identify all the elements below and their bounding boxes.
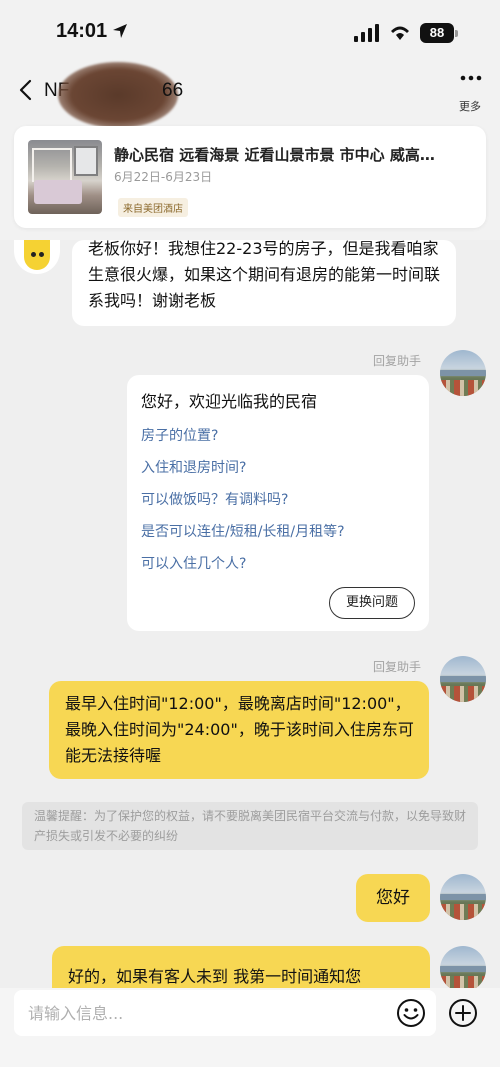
guest-message-text: 老板你好！我想住22-23号的房子，但是我看咱家生意很火爆，如果这个期间有退房的… — [88, 240, 441, 310]
host-message-text: 好的，如果有客人未到 我第一时间通知您 — [68, 967, 362, 986]
ellipsis-icon[interactable] — [460, 74, 482, 82]
plus-circle-icon[interactable] — [448, 998, 478, 1028]
message-input[interactable] — [14, 990, 436, 1036]
thumb-bed — [34, 180, 82, 204]
location-arrow-icon — [113, 24, 127, 38]
order-source-badge: 来自美团酒店 — [118, 198, 188, 217]
host-avatar — [440, 874, 486, 920]
thumb-canopy — [32, 148, 72, 182]
safety-notice: 温馨提醒：为了保护您的权益，请不要脱离美团民宿平台交流与付款，以免导致财产损失或… — [22, 802, 478, 850]
reply-assistant-tag: 回复助手 — [373, 354, 422, 368]
wifi-icon — [391, 26, 409, 40]
order-date: 6月22日-6月23日 — [114, 170, 213, 184]
top-area: 14:01 88 NF 66 更多 静心民宿 远看海景 近看山景市景 市中心 威… — [0, 0, 500, 240]
contact-name-suffix: 66 — [162, 80, 184, 101]
faq-question-location[interactable]: 房子的位置? — [141, 423, 218, 449]
faq-greeting: 您好，欢迎光临我的民宿 — [141, 392, 318, 411]
battery-tip — [455, 30, 458, 37]
guest-message: 老板你好！我想住22-23号的房子，但是我看咱家生意很火爆，如果这个期间有退房的… — [72, 240, 456, 326]
thumb-window — [74, 146, 98, 176]
room-thumbnail — [28, 140, 102, 214]
host-message: 好的，如果有客人未到 我第一时间通知您 — [52, 946, 430, 988]
mascot-eye — [39, 252, 44, 257]
faq-question-rental[interactable]: 是否可以连住/短租/长租/月租等? — [141, 519, 345, 545]
host-avatar — [440, 656, 486, 702]
order-title: 静心民宿 远看海景 近看山景市景 市中心 威高… — [114, 146, 435, 164]
chevron-left-icon[interactable] — [14, 78, 38, 102]
input-bar — [0, 988, 500, 1067]
guest-avatar — [14, 240, 60, 274]
change-questions-button[interactable]: 更换问题 — [329, 587, 415, 619]
reply-assistant-tag: 回复助手 — [373, 660, 422, 674]
battery-indicator: 88 — [420, 23, 454, 43]
order-card[interactable]: 静心民宿 远看海景 近看山景市景 市中心 威高… 6月22日-6月23日 来自美… — [14, 126, 486, 228]
host-avatar — [440, 946, 486, 988]
name-redaction — [58, 62, 178, 128]
faq-question-guests[interactable]: 可以入住几个人? — [141, 551, 246, 577]
signal-icon — [354, 24, 379, 42]
smile-icon[interactable] — [396, 998, 426, 1028]
faq-card: 您好，欢迎光临我的民宿 房子的位置? 入住和退房时间? 可以做饭吗？有调料吗? … — [127, 375, 429, 631]
mascot-eye — [31, 252, 36, 257]
host-avatar — [440, 350, 486, 396]
host-message-text: 最早入住时间"12:00"，最晚离店时间"12:00"，最晚入住时间为"24:0… — [65, 694, 414, 765]
status-time: 14:01 — [56, 20, 108, 42]
chat-area[interactable]: 老板你好！我想住22-23号的房子，但是我看咱家生意很火爆，如果这个期间有退房的… — [0, 240, 500, 988]
faq-question-cooking[interactable]: 可以做饭吗？有调料吗? — [141, 487, 288, 513]
faq-question-checkin[interactable]: 入住和退房时间? — [141, 455, 246, 481]
mascot-body — [24, 240, 50, 270]
more-label[interactable]: 更多 — [459, 98, 481, 114]
host-message: 您好 — [356, 874, 430, 922]
host-message: 最早入住时间"12:00"，最晚离店时间"12:00"，最晚入住时间为"24:0… — [49, 681, 429, 779]
